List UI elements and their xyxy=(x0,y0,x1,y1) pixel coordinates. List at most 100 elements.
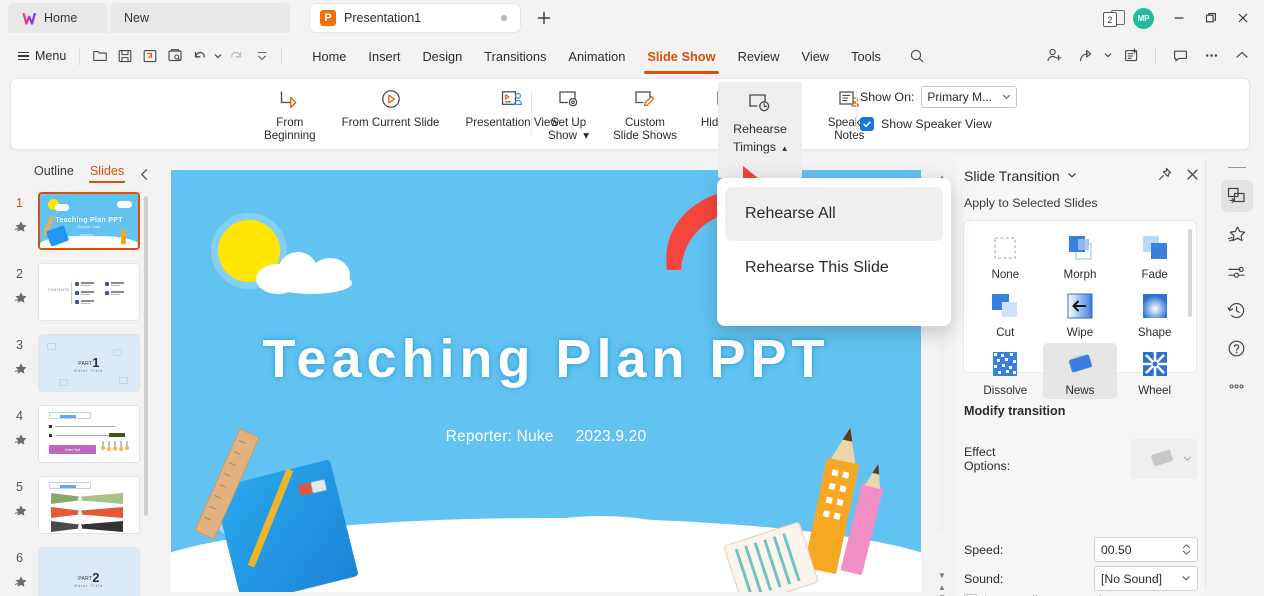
add-collaborator-icon[interactable] xyxy=(1040,42,1068,68)
slide-thumbnail-preview[interactable]: Enter Text xyxy=(38,405,140,463)
more-rail-button[interactable] xyxy=(1221,370,1253,402)
stepper-down-icon[interactable] xyxy=(1182,550,1191,555)
slide-thumbnail-preview[interactable]: Teaching Plan PPT Reporter: Nuke xyxy=(38,192,140,250)
print-preview-icon[interactable] xyxy=(162,44,187,68)
slide-transition-star-icon[interactable] xyxy=(14,433,28,450)
slide-thumbnail-list[interactable]: 1 Teaching Plan PPT Reporter: Nuke xyxy=(0,190,167,596)
backup-icon[interactable] xyxy=(1117,42,1145,68)
slide-thumbnail-preview[interactable]: PART2 Enter Title xyxy=(38,547,140,596)
undo-dropdown-icon[interactable] xyxy=(212,44,224,68)
custom-slide-shows-button[interactable]: Custom Slide Shows xyxy=(606,83,684,142)
page-count-badge[interactable]: 2 xyxy=(1103,9,1125,27)
transition-wheel[interactable]: Wheel xyxy=(1117,343,1192,399)
menu-item-rehearse-this-slide[interactable]: Rehearse This Slide xyxy=(725,241,943,295)
rehearse-timings-dropdown-menu[interactable]: Rehearse All Rehearse This Slide xyxy=(717,178,951,326)
transition-none[interactable]: None xyxy=(968,227,1043,283)
next-slide-icon[interactable]: ▼ xyxy=(935,590,949,596)
slides-panel-scrollbar[interactable] xyxy=(144,196,148,516)
effect-options-button[interactable] xyxy=(1130,439,1198,479)
history-rail-button[interactable] xyxy=(1221,294,1253,326)
slide-thumbnail-item[interactable]: 1 Teaching Plan PPT Reporter: Nuke xyxy=(0,190,167,260)
chevron-down-icon[interactable] xyxy=(1183,452,1192,466)
transition-morph[interactable]: Morph xyxy=(1043,227,1118,283)
transition-dissolve[interactable]: Dissolve xyxy=(968,343,1043,399)
tab-animation[interactable]: Animation xyxy=(557,45,636,68)
tab-review[interactable]: Review xyxy=(727,45,791,68)
slide-title[interactable]: Teaching Plan PPT xyxy=(171,328,921,390)
transition-news[interactable]: News xyxy=(1043,343,1118,399)
transition-wipe[interactable]: Wipe xyxy=(1043,285,1118,341)
restore-button[interactable] xyxy=(1196,4,1226,32)
new-tab-button[interactable] xyxy=(533,7,555,29)
slide-transition-star-icon[interactable] xyxy=(14,504,28,521)
speed-stepper[interactable]: 00.50 xyxy=(1094,537,1198,562)
transition-cut[interactable]: Cut xyxy=(968,285,1043,341)
show-speaker-view-row[interactable]: Show Speaker View xyxy=(860,117,1017,131)
show-on-select[interactable]: Primary M... xyxy=(921,86,1017,108)
menu-button[interactable]: Menu xyxy=(12,46,72,66)
tab-tools[interactable]: Tools xyxy=(840,45,892,68)
undo-icon[interactable] xyxy=(187,44,212,68)
set-up-show-button[interactable]: Set Up Show ▾ xyxy=(541,83,596,142)
tab-transitions[interactable]: Transitions xyxy=(473,45,557,68)
chevron-down-icon[interactable] xyxy=(1181,572,1191,586)
slide-thumbnail-item[interactable]: 4 Enter Text xyxy=(0,403,167,473)
redo-icon[interactable] xyxy=(224,44,249,68)
more-icon[interactable] xyxy=(1197,42,1225,68)
slide-thumbnail-preview[interactable]: CONTENTS xyxy=(38,263,140,321)
tab-new[interactable]: New xyxy=(110,3,290,33)
rehearse-timings-button[interactable]: Rehearse Timings ▴ xyxy=(718,82,802,178)
pin-icon[interactable] xyxy=(1158,167,1172,184)
from-current-slide-button[interactable]: From Current Slide xyxy=(335,83,447,129)
slide-transition-star-icon[interactable] xyxy=(14,220,28,237)
stepper-up-icon[interactable] xyxy=(1182,544,1191,549)
close-icon[interactable] xyxy=(1186,168,1199,184)
slide-thumbnail-item[interactable]: 3 PART1 Enter Title xyxy=(0,332,167,402)
tab-slide-show[interactable]: Slide Show xyxy=(636,45,726,68)
transition-fade[interactable]: Fade xyxy=(1117,227,1192,283)
slide-thumbnail-item[interactable]: 2 CONTENTS xyxy=(0,261,167,331)
chevron-down-icon[interactable] xyxy=(1067,169,1077,183)
avatar[interactable]: MP xyxy=(1133,8,1154,29)
sound-select[interactable]: [No Sound] xyxy=(1094,566,1198,591)
close-button[interactable] xyxy=(1228,4,1258,32)
slide-transition-star-icon[interactable] xyxy=(14,575,28,592)
transition-gallery[interactable]: None Morph xyxy=(963,220,1197,373)
from-beginning-button[interactable]: From Beginning xyxy=(257,83,323,142)
tab-home[interactable]: Home xyxy=(8,3,107,33)
tab-document[interactable]: P Presentation1 xyxy=(309,3,521,33)
help-rail-button[interactable] xyxy=(1221,332,1253,364)
open-folder-icon[interactable] xyxy=(87,44,112,68)
tab-home-ribbon[interactable]: Home xyxy=(301,45,357,68)
slide-thumbnail-item[interactable]: 6 PART2 Enter Title xyxy=(0,545,167,596)
customize-quick-access-icon[interactable] xyxy=(249,44,274,68)
tab-outline[interactable]: Outline xyxy=(34,164,74,182)
transition-shape[interactable]: Shape xyxy=(1117,285,1192,341)
menu-item-rehearse-all[interactable]: Rehearse All xyxy=(725,187,943,241)
slide-transition-star-icon[interactable] xyxy=(14,291,28,308)
tab-design[interactable]: Design xyxy=(411,45,473,68)
slide-transition-rail-button[interactable] xyxy=(1221,180,1253,212)
share-dropdown-icon[interactable] xyxy=(1102,42,1114,68)
chevron-left-icon[interactable] xyxy=(138,168,151,184)
slide-thumbnail-preview[interactable]: PART1 Enter Title xyxy=(38,334,140,392)
slide-thumbnail-item[interactable]: 5 xyxy=(0,474,167,544)
save-as-icon[interactable] xyxy=(137,44,162,68)
collapse-ribbon-icon[interactable] xyxy=(1228,42,1256,68)
transition-gallery-scrollbar[interactable] xyxy=(1188,229,1192,317)
comment-icon[interactable] xyxy=(1166,42,1194,68)
animation-rail-button[interactable] xyxy=(1221,218,1253,250)
share-icon[interactable] xyxy=(1071,42,1099,68)
tab-view[interactable]: View xyxy=(791,45,841,68)
show-speaker-view-checkbox[interactable] xyxy=(860,117,874,131)
save-icon[interactable] xyxy=(112,44,137,68)
slide-transition-star-icon[interactable] xyxy=(14,362,28,379)
search-icon[interactable] xyxy=(904,44,930,68)
tab-insert[interactable]: Insert xyxy=(357,45,411,68)
slide-subtitle[interactable]: Reporter: Nuke2023.9.20 xyxy=(171,428,921,446)
minimize-button[interactable] xyxy=(1164,4,1194,32)
properties-rail-button[interactable] xyxy=(1221,256,1253,288)
stepper-arrows[interactable] xyxy=(1182,544,1191,555)
tab-slides[interactable]: Slides xyxy=(90,164,124,182)
slide-thumbnail-preview[interactable] xyxy=(38,476,140,534)
